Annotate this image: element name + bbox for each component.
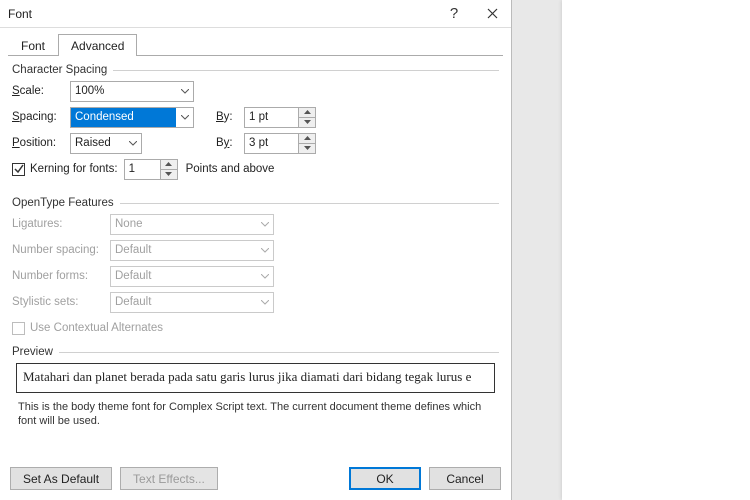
number-forms-label: Number forms: <box>12 270 110 282</box>
preview-note: This is the body theme font for Complex … <box>12 397 499 429</box>
preview-box: Matahari dan planet berada pada satu gar… <box>16 363 495 393</box>
font-dialog: Font ? Font Advanced Character Spacing S… <box>0 0 512 500</box>
spinner-up-icon[interactable] <box>299 108 315 118</box>
heading-preview: Preview <box>12 346 57 359</box>
spacing-by-value: 1 pt <box>245 108 298 127</box>
text-effects-button[interactable]: Text Effects... <box>120 467 218 490</box>
scale-label: Scale: <box>12 85 70 97</box>
number-spacing-label: Number spacing: <box>12 244 110 256</box>
spinner-down-icon[interactable] <box>161 170 177 179</box>
chevron-down-icon <box>256 241 273 260</box>
spacing-select[interactable]: Condensed <box>70 107 194 128</box>
number-spacing-select[interactable]: Default <box>110 240 274 261</box>
button-bar: Set As Default Text Effects... OK Cancel <box>0 459 511 500</box>
position-by-label: By: <box>216 137 244 149</box>
position-select[interactable]: Raised <box>70 133 142 154</box>
contextual-alternates-checkbox[interactable] <box>12 322 25 335</box>
group-opentype-features: OpenType Features Ligatures: None Number… <box>12 197 499 340</box>
spinner-up-icon[interactable] <box>161 160 177 170</box>
scale-value: 100% <box>75 85 104 97</box>
heading-opentype: OpenType Features <box>12 197 118 210</box>
kerning-spinner[interactable]: 1 <box>124 159 178 180</box>
spacing-value: Condensed <box>71 108 176 127</box>
cancel-button[interactable]: Cancel <box>429 467 501 490</box>
position-by-value: 3 pt <box>245 134 298 153</box>
preview-text: Matahari dan planet berada pada satu gar… <box>23 369 471 384</box>
tab-font-label: Font <box>21 39 45 53</box>
position-value: Raised <box>75 137 111 149</box>
number-forms-select[interactable]: Default <box>110 266 274 287</box>
contextual-alternates-label: Use Contextual Alternates <box>30 322 163 334</box>
tab-font[interactable]: Font <box>8 34 58 56</box>
titlebar: Font ? <box>0 0 511 28</box>
chevron-down-icon <box>124 134 141 153</box>
ligatures-value: None <box>115 218 143 230</box>
ligatures-select[interactable]: None <box>110 214 274 235</box>
chevron-down-icon <box>256 267 273 286</box>
spacing-by-label: By: <box>216 111 244 123</box>
tab-advanced-label: Advanced <box>71 39 124 53</box>
number-forms-value: Default <box>115 270 151 282</box>
close-icon <box>487 8 498 19</box>
chevron-down-icon <box>176 82 193 101</box>
kerning-value: 1 <box>125 160 160 179</box>
chevron-down-icon <box>256 293 273 312</box>
spinner-up-icon[interactable] <box>299 134 315 144</box>
tab-advanced[interactable]: Advanced <box>58 34 137 56</box>
dialog-title: Font <box>8 7 32 21</box>
heading-character-spacing: Character Spacing <box>12 64 111 77</box>
document-background <box>512 0 750 500</box>
ok-button[interactable]: OK <box>349 467 421 490</box>
chevron-down-icon <box>256 215 273 234</box>
points-and-above-label: Points and above <box>186 163 275 175</box>
ligatures-label: Ligatures: <box>12 218 110 230</box>
stylistic-sets-value: Default <box>115 296 151 308</box>
number-spacing-value: Default <box>115 244 151 256</box>
document-page <box>562 0 750 500</box>
position-by-spinner[interactable]: 3 pt <box>244 133 316 154</box>
spacing-label: Spacing: <box>12 111 70 123</box>
tabstrip: Font Advanced <box>0 28 511 56</box>
checkmark-icon <box>14 164 24 174</box>
stylistic-sets-select[interactable]: Default <box>110 292 274 313</box>
spinner-down-icon[interactable] <box>299 144 315 153</box>
spinner-down-icon[interactable] <box>299 118 315 127</box>
kerning-checkbox[interactable] <box>12 163 25 176</box>
help-button[interactable]: ? <box>435 0 473 27</box>
position-label: Position: <box>12 137 70 149</box>
stylistic-sets-label: Stylistic sets: <box>12 296 110 308</box>
chevron-down-icon <box>176 108 193 127</box>
kerning-label: Kerning for fonts: <box>30 163 118 175</box>
set-as-default-button[interactable]: Set As Default <box>10 467 112 490</box>
close-button[interactable] <box>473 0 511 27</box>
scale-select[interactable]: 100% <box>70 81 194 102</box>
spacing-by-spinner[interactable]: 1 pt <box>244 107 316 128</box>
group-character-spacing: Character Spacing Scale: 100% Spacing: C… <box>12 64 499 181</box>
group-preview: Preview Matahari dan planet berada pada … <box>12 346 499 429</box>
